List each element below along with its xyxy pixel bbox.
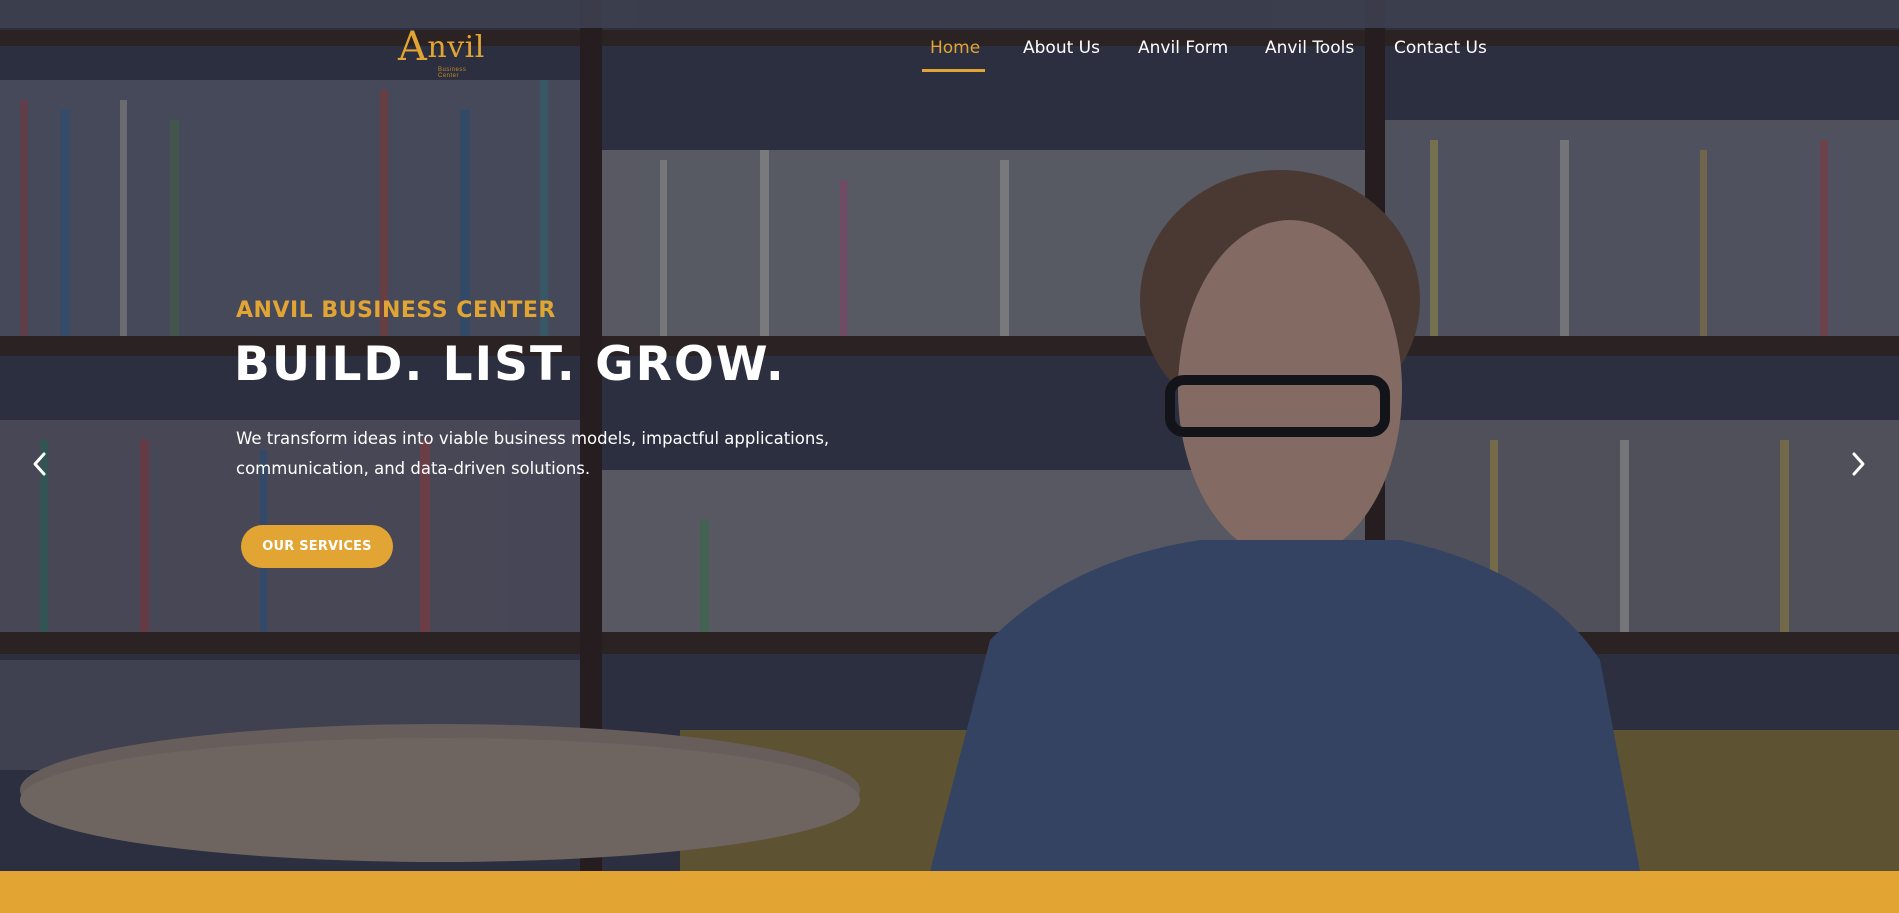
hero-carousel: Anvil Business Center Home About Us Anvi… <box>0 0 1899 871</box>
nav-active-indicator <box>922 69 985 72</box>
carousel-next-button[interactable] <box>1846 449 1870 479</box>
hero-subtitle: ANVIL BUSINESS CENTER <box>236 298 556 323</box>
accent-bar <box>0 871 1899 913</box>
nav-anvil-form[interactable]: Anvil Form <box>1138 38 1228 72</box>
nav-about-us[interactable]: About Us <box>1023 38 1100 72</box>
chevron-right-icon <box>1852 452 1865 476</box>
nav-contact-us[interactable]: Contact Us <box>1394 38 1487 72</box>
our-services-button[interactable]: OUR SERVICES <box>241 525 393 568</box>
hero-headline: BUILD. LIST. GROW. <box>234 337 786 392</box>
nav-anvil-tools[interactable]: Anvil Tools <box>1265 38 1354 72</box>
carousel-prev-button[interactable] <box>28 449 52 479</box>
chevron-left-icon <box>33 452 46 476</box>
nav-home[interactable]: Home <box>930 38 980 72</box>
hero-description: We transform ideas into viable business … <box>236 429 830 478</box>
